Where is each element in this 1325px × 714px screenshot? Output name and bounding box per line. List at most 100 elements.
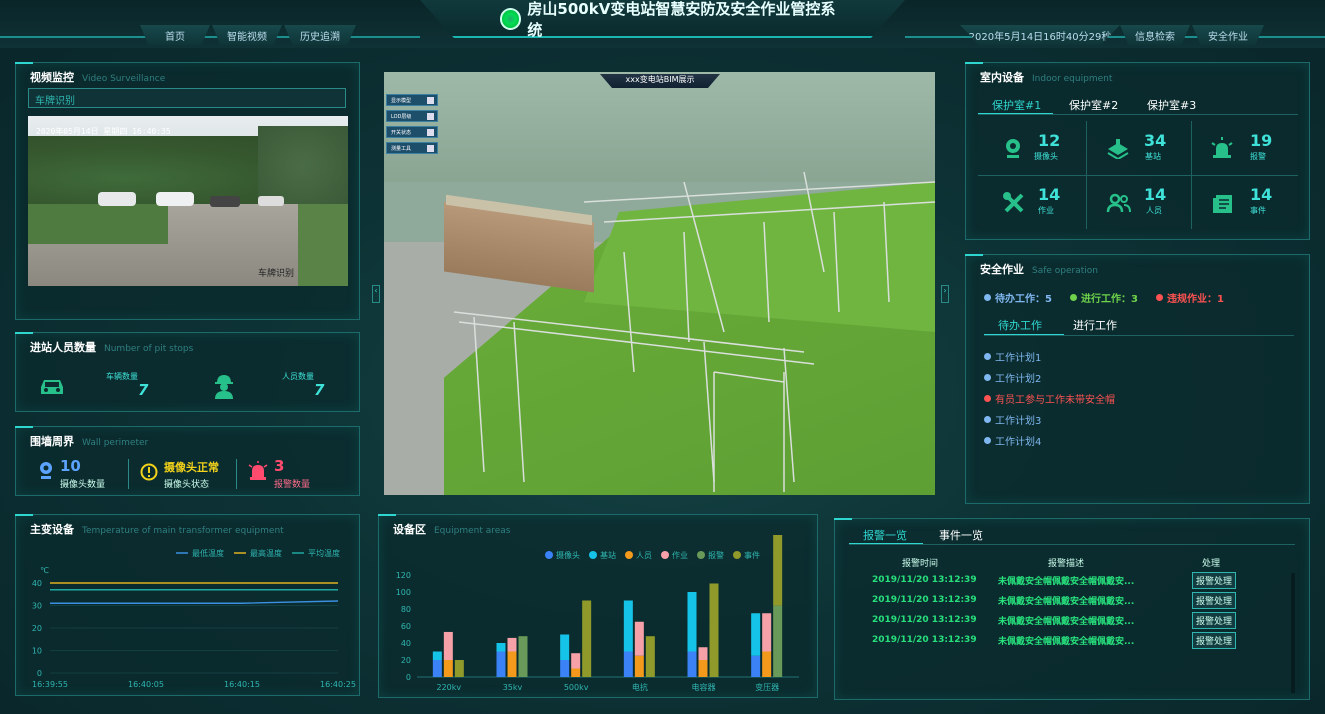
handle-alarm-button[interactable]: 报警处理	[1192, 571, 1237, 589]
tab-room-3[interactable]: 保护室#3	[1147, 97, 1196, 113]
video-panel: 视频监控 Video Surveillance 车牌识别 2020年05月14日 …	[15, 62, 360, 320]
y-tick-label: 60	[401, 622, 411, 631]
nav-smart-video[interactable]: 智能视频	[212, 25, 282, 45]
bar-segment	[443, 660, 453, 677]
bar-segment	[432, 651, 442, 660]
scrollbar[interactable]	[1291, 573, 1295, 693]
page-title: 房山500kV变电站智慧安防及安全作业管控系统	[500, 0, 840, 39]
bar-segment	[634, 621, 644, 656]
bar-segment	[634, 655, 644, 677]
x-tick-label: 35kv	[503, 683, 523, 692]
column-header: 报警时间	[902, 559, 939, 569]
handle-alarm-button[interactable]: 报警处理	[1192, 591, 1237, 609]
header-divider	[905, 36, 1325, 38]
legend-swatch	[589, 551, 597, 559]
legend-label: 基站	[600, 550, 616, 560]
people-icon	[1106, 193, 1131, 213]
legend-label: 人员	[636, 551, 652, 560]
bim-3d-viewport[interactable]	[384, 72, 935, 495]
scene-toggle-4[interactable]: 测量工具	[386, 142, 438, 154]
webcam-icon	[40, 462, 52, 479]
y-tick-label: 100	[396, 588, 411, 597]
list-item[interactable]: 工作计划3	[984, 412, 1041, 427]
bar-segment	[571, 668, 581, 677]
legend-label: 摄像头	[556, 550, 580, 560]
series-line	[50, 600, 339, 604]
list-item[interactable]: 工作计划1	[984, 349, 1041, 364]
x-tick-label: 16:40:05	[128, 680, 164, 689]
list-item[interactable]: 工作计划4	[984, 433, 1041, 448]
bar-segment	[571, 653, 581, 669]
handle-alarm-button[interactable]: 报警处理	[1192, 611, 1237, 629]
stat-value: 14	[1144, 185, 1167, 204]
bar-segment	[645, 636, 655, 677]
datetime-display: 2020年5月14日16时40分29秒	[960, 25, 1120, 45]
tab-alarm-list[interactable]: 报警一览	[863, 527, 907, 543]
people-count-panel: 进站人员数量 Number of pit stops 车辆数量 7 人员数量 7	[15, 332, 360, 412]
stat-label: 人员	[1146, 206, 1162, 215]
bar-segment	[496, 643, 506, 652]
nav-safety-work[interactable]: 安全作业	[1192, 25, 1264, 45]
vehicle-count: 7	[138, 381, 149, 399]
header-divider	[0, 36, 420, 38]
worker-icon	[215, 375, 233, 399]
panel-title: 室内设备 Indoor equipment	[980, 71, 1113, 84]
y-tick-label: 0	[37, 669, 42, 678]
panel-title: 视频监控 Video Surveillance	[30, 71, 166, 84]
bar-segment	[687, 651, 697, 677]
scene-toggle-2[interactable]: LOD层级	[386, 110, 438, 122]
tab-in-progress[interactable]: 进行工作	[1073, 317, 1117, 333]
stat-value: 14	[1038, 185, 1061, 204]
nav-home[interactable]: 首页	[140, 25, 210, 45]
collapse-left-icon[interactable]: ‹	[372, 285, 380, 303]
legend-swatch	[625, 551, 633, 559]
base-station-icon	[1107, 139, 1129, 159]
bar-segment	[443, 631, 453, 660]
table-row: 2019/11/20 13:12:39 未佩戴安全帽佩戴安全帽佩戴安... 报警处理	[872, 611, 1272, 629]
list-item-violation[interactable]: 有员工参与工作未带安全帽	[984, 391, 1115, 406]
nav-info-search[interactable]: 信息检索	[1120, 25, 1190, 45]
bar-segment	[762, 613, 772, 652]
panel-title: 进站人员数量 Number of pit stops	[30, 341, 194, 354]
structure-wireframe	[453, 171, 935, 492]
tab-room-1[interactable]: 保护室#1	[992, 97, 1041, 113]
nav-history[interactable]: 历史追溯	[284, 25, 356, 45]
wall-perimeter-panel: 围墙周界 Wall perimeter 10 摄像头数量 摄像头正常 摄像头状态 …	[15, 426, 360, 496]
scene-toggle-1[interactable]: 显示模型	[386, 94, 438, 106]
bar-segment	[751, 613, 761, 656]
legend-swatch	[697, 551, 705, 559]
y-tick-label: 30	[32, 602, 42, 611]
legend-label: 平均温度	[308, 548, 340, 558]
y-tick-label: 40	[32, 579, 42, 588]
bar-segment	[687, 592, 697, 652]
handle-alarm-button[interactable]: 报警处理	[1192, 631, 1237, 649]
legend-swatch	[661, 551, 669, 559]
camera-icon	[1006, 139, 1020, 158]
video-overlay-label: 车牌识别	[258, 269, 295, 279]
bar-segment	[496, 651, 506, 677]
stat-value: 34	[1144, 131, 1167, 150]
siren-icon	[248, 461, 268, 480]
column-header: 处理	[1202, 559, 1221, 569]
stat-label: 摄像头	[1034, 152, 1058, 161]
tab-room-2[interactable]: 保护室#2	[1069, 97, 1118, 113]
y-tick-label: 40	[401, 639, 411, 648]
panel-title: 围墙周界 Wall perimeter	[30, 435, 149, 448]
list-item[interactable]: 工作计划2	[984, 370, 1041, 385]
video-feed[interactable]: 2020年05月14日 星期四 16:40:35 车牌识别	[28, 116, 348, 286]
bar-segment	[623, 651, 633, 677]
bar-segment	[623, 600, 633, 652]
legend-label: 作业	[672, 550, 688, 560]
y-tick-label: 10	[32, 647, 42, 656]
video-source-select[interactable]: 车牌识别	[28, 88, 346, 108]
tab-event-list[interactable]: 事件一览	[939, 527, 983, 543]
x-tick-label: 16:40:25	[320, 680, 356, 689]
y-axis-unit: ℃	[40, 566, 49, 575]
alarm-count-label: 报警数量	[274, 480, 311, 490]
y-tick-label: 0	[406, 673, 411, 682]
scene-toggle-3[interactable]: 开关状态	[386, 126, 438, 138]
tab-todo[interactable]: 待办工作	[998, 317, 1042, 333]
camera-status: 摄像头正常	[164, 461, 219, 474]
stat-label: 基站	[1145, 152, 1161, 161]
collapse-right-icon[interactable]: ›	[941, 285, 949, 303]
